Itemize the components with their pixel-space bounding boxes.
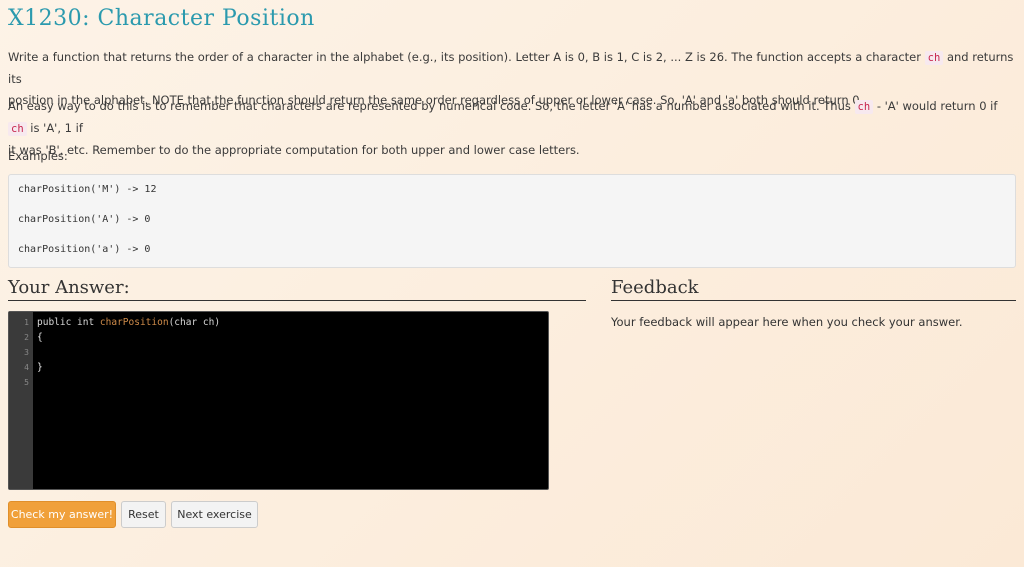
code-line: public int charPosition(char ch) bbox=[37, 317, 220, 328]
example-line: charPosition('a') -> 0 bbox=[18, 244, 151, 255]
description-text: Write a function that returns the order … bbox=[8, 50, 925, 64]
examples-box: charPosition('M') -> 12 charPosition('A'… bbox=[8, 174, 1016, 268]
your-answer-heading: Your Answer: bbox=[8, 277, 586, 301]
example-line: charPosition('M') -> 12 bbox=[18, 184, 157, 195]
reset-button[interactable]: Reset bbox=[121, 501, 166, 528]
line-number: 4 bbox=[24, 363, 29, 372]
feedback-heading: Feedback bbox=[611, 277, 1016, 301]
example-line: charPosition('A') -> 0 bbox=[18, 214, 151, 225]
line-number: 3 bbox=[24, 348, 29, 357]
code-function-name: charPosition bbox=[99, 317, 169, 328]
inline-code: ch bbox=[924, 51, 944, 65]
code-editor[interactable]: 1 2 3 4 5 public int charPosition(char c… bbox=[8, 311, 549, 490]
check-answer-button[interactable]: Check my answer! bbox=[8, 501, 116, 528]
description-text: - 'A' would return 0 if bbox=[873, 99, 998, 113]
line-number: 2 bbox=[24, 333, 29, 342]
code-line: } bbox=[37, 362, 43, 373]
description-text: An easy way to do this is to remember th… bbox=[8, 99, 855, 113]
code-keyword: public int bbox=[37, 317, 100, 328]
line-number: 5 bbox=[24, 378, 29, 387]
line-number-gutter: 1 2 3 4 5 bbox=[9, 312, 33, 489]
code-args: (char ch) bbox=[168, 317, 221, 328]
line-number: 1 bbox=[24, 318, 29, 327]
feedback-message: Your feedback will appear here when you … bbox=[611, 315, 963, 329]
inline-code: ch bbox=[8, 122, 27, 136]
page-title: X1230: Character Position bbox=[8, 6, 315, 31]
next-exercise-button[interactable]: Next exercise bbox=[171, 501, 258, 528]
description-text: is 'A', 1 if bbox=[26, 121, 83, 135]
inline-code: ch bbox=[854, 100, 874, 114]
code-line: { bbox=[37, 332, 43, 343]
examples-label: Examples: bbox=[8, 149, 68, 163]
